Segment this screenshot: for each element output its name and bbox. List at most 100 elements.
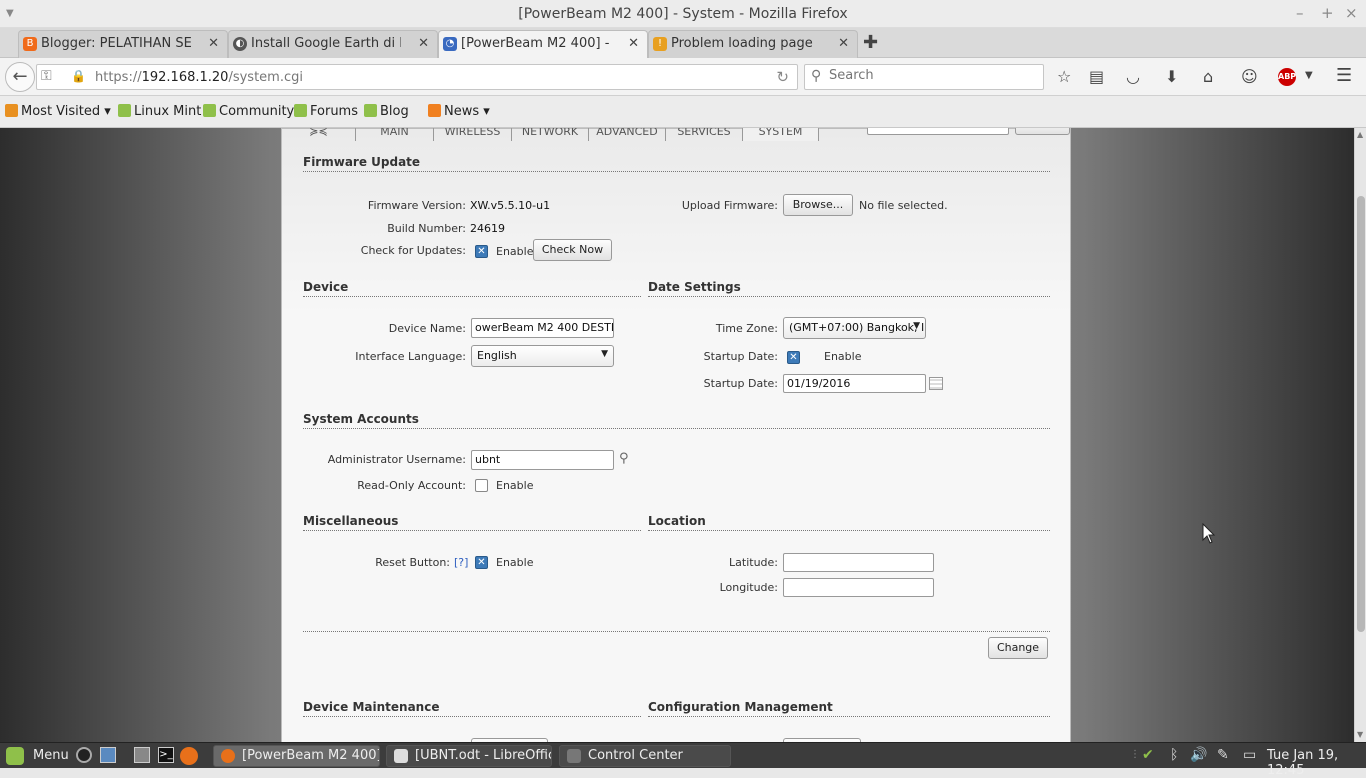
change-button[interactable]: Change	[988, 637, 1048, 659]
bookmark-linux-mint[interactable]: Linux Mint	[118, 104, 201, 119]
new-tab-icon[interactable]: ✚	[863, 32, 878, 53]
divider	[303, 530, 641, 531]
close-tab-icon[interactable]: ✕	[418, 36, 429, 51]
ubnt-tab-services[interactable]: SERVICES	[666, 128, 743, 141]
adblock-icon[interactable]: ABP	[1278, 68, 1296, 86]
scroll-down-icon[interactable]: ▼	[1357, 730, 1363, 739]
home-icon[interactable]: ⌂	[1203, 67, 1213, 86]
check-updates-checkbox[interactable]: ✕	[475, 245, 488, 258]
longitude-label: Longitude:	[719, 581, 778, 594]
tab-label: Install Google Earth di Lin...	[251, 36, 401, 51]
tab-google-earth[interactable]: ◐ Install Google Earth di Lin... ✕	[228, 30, 438, 58]
readonly-enable-label: Enable	[496, 479, 534, 492]
readonly-account-checkbox[interactable]	[475, 479, 488, 492]
url-bar[interactable]: ⚿ 🔒 https://192.168.1.20/system.cgi ↻	[36, 64, 798, 90]
logout-button[interactable]	[1015, 128, 1070, 135]
selected-language: English	[477, 349, 517, 362]
maximize-icon[interactable]: +	[1321, 4, 1334, 22]
lock-icon[interactable]: 🔒	[71, 69, 86, 83]
tab-powerbeam[interactable]: ◔ [PowerBeam M2 400] - S... ✕	[438, 30, 648, 59]
back-button[interactable]: ←	[5, 62, 35, 92]
reload-icon[interactable]: ↻	[776, 68, 789, 86]
key-icon[interactable]: ⚿	[41, 68, 52, 84]
bookmark-star-icon[interactable]: ☆	[1057, 67, 1071, 86]
chevron-down-icon: ▼	[913, 321, 920, 331]
browse-button[interactable]: Browse...	[783, 194, 853, 216]
bluetooth-icon[interactable]: ᛒ	[1170, 747, 1178, 763]
interface-language-label: Interface Language:	[355, 350, 466, 363]
search-bar[interactable]: ⚲	[804, 64, 1044, 90]
interface-language-select[interactable]: English ▼	[471, 345, 614, 367]
taskbar-window-firefox[interactable]: [PowerBeam M2 400]...	[213, 745, 380, 767]
terminal-icon[interactable]: >_	[158, 747, 174, 763]
divider	[303, 171, 1050, 172]
tab-blogger[interactable]: B Blogger: PELATIHAN SEL... ✕	[18, 30, 228, 58]
longitude-input[interactable]	[783, 578, 934, 597]
close-tab-icon[interactable]: ✕	[208, 36, 219, 51]
divider	[303, 296, 641, 297]
document-icon	[394, 749, 408, 763]
ubnt-tab-network[interactable]: NETWORK	[512, 128, 589, 141]
bookmarks-toolbar: Most Visited ▾ Linux Mint Community Foru…	[0, 96, 1366, 128]
ubnt-tab-system[interactable]: SYSTEM	[743, 128, 819, 141]
chat-icon[interactable]: ☺	[1241, 67, 1258, 86]
close-tab-icon[interactable]: ✕	[838, 36, 849, 51]
update-manager-icon[interactable]: ✔	[1142, 747, 1154, 763]
ubnt-tab-wireless[interactable]: WIRELESS	[434, 128, 512, 141]
reading-list-icon[interactable]: ▤	[1089, 67, 1104, 86]
taskbar-window-label: [PowerBeam M2 400]...	[242, 748, 380, 763]
close-window-icon[interactable]: ×	[1345, 4, 1358, 22]
time-zone-select[interactable]: (GMT+07:00) Bangkok, I ▼	[783, 317, 926, 339]
bookmark-news[interactable]: News ▾	[428, 104, 490, 119]
close-tab-icon[interactable]: ✕	[628, 36, 639, 51]
download-icon[interactable]: ⬇	[1165, 67, 1178, 86]
divider	[303, 716, 641, 717]
bookmark-most-visited[interactable]: Most Visited ▾	[5, 104, 111, 119]
taskbar-window-control-center[interactable]: Control Center	[559, 745, 731, 767]
ubnt-tab-main[interactable]: MAIN	[356, 128, 434, 141]
bookmark-forums[interactable]: Forums	[294, 104, 358, 119]
taskbar-window-libreoffice[interactable]: [UBNT.odt - LibreOffic...	[386, 745, 552, 767]
reset-button-label: Reset Button:	[375, 556, 450, 569]
mint-menu-icon[interactable]	[6, 747, 24, 765]
magnifier-icon[interactable]: ⚲	[619, 451, 629, 466]
build-number-label: Build Number:	[387, 222, 466, 235]
warning-icon: !	[653, 37, 667, 51]
tools-select[interactable]	[867, 128, 1009, 135]
bookmark-community[interactable]: Community	[203, 104, 294, 119]
menu-label[interactable]: Menu	[33, 748, 69, 763]
scrollbar-thumb[interactable]	[1357, 196, 1365, 632]
ubnt-tab-advanced[interactable]: ADVANCED	[589, 128, 666, 141]
show-desktop-icon[interactable]	[100, 747, 116, 763]
clock[interactable]: Tue Jan 19, 12:45	[1267, 748, 1366, 778]
latitude-input[interactable]	[783, 553, 934, 572]
file-manager-icon[interactable]	[134, 747, 150, 763]
check-now-button[interactable]: Check Now	[533, 239, 612, 261]
volume-icon[interactable]: 🔊	[1190, 747, 1207, 763]
window-titlebar: ▼ [PowerBeam M2 400] - System - Mozilla …	[0, 0, 1366, 28]
system-taskbar: Menu >_ [PowerBeam M2 400]... [UBNT.odt …	[0, 742, 1366, 778]
bookmark-blog[interactable]: Blog	[364, 104, 409, 119]
adblock-menu-icon[interactable]: ▼	[1305, 70, 1313, 81]
tab-problem-loading[interactable]: ! Problem loading page ✕	[648, 30, 858, 58]
color-picker-icon[interactable]: ✎	[1217, 747, 1229, 763]
chromium-launcher-icon[interactable]	[76, 747, 92, 763]
page-scrollbar[interactable]: ▲ ▼	[1354, 128, 1366, 742]
reset-help-link[interactable]: [?]	[454, 556, 468, 569]
url-text[interactable]: https://192.168.1.20/system.cgi	[95, 70, 303, 85]
hamburger-menu-icon[interactable]: ☰	[1336, 65, 1352, 86]
firefox-launcher-icon[interactable]	[180, 747, 198, 765]
startup-date-input[interactable]: 01/19/2016	[783, 374, 926, 393]
mint-icon	[364, 104, 377, 117]
reset-button-checkbox[interactable]: ✕	[475, 556, 488, 569]
device-name-input[interactable]: owerBeam M2 400 DESTRO	[471, 318, 614, 338]
scroll-up-icon[interactable]: ▲	[1357, 130, 1363, 139]
pocket-icon[interactable]: ◡	[1126, 67, 1140, 86]
startup-date-checkbox[interactable]: ✕	[787, 351, 800, 364]
calendar-icon[interactable]	[929, 377, 943, 390]
firmware-version-value: XW.v5.5.10-u1	[470, 199, 551, 212]
battery-icon[interactable]: ▭	[1243, 747, 1256, 763]
search-input[interactable]	[829, 68, 1029, 83]
admin-username-input[interactable]: ubnt	[471, 450, 614, 470]
minimize-icon[interactable]: –	[1296, 4, 1304, 22]
